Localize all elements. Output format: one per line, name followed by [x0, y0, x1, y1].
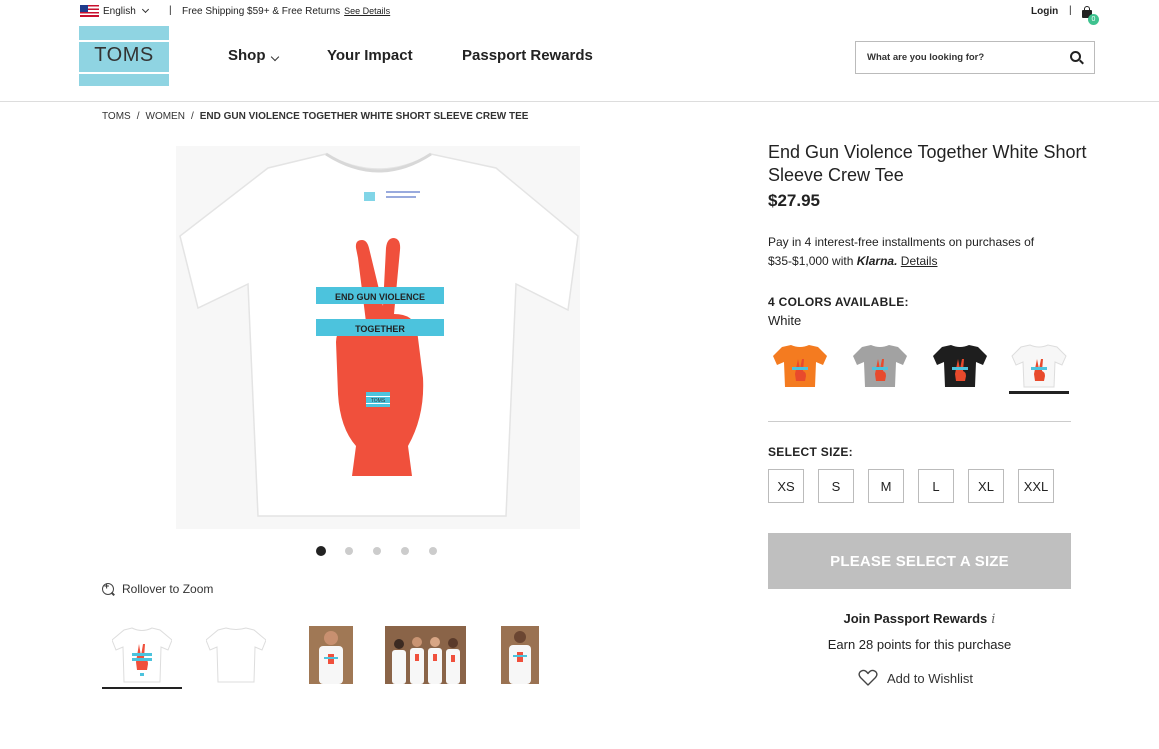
carousel-dots [316, 546, 438, 556]
info-icon[interactable]: i [991, 612, 995, 627]
thumbnail-front[interactable] [111, 626, 173, 684]
size-button-s[interactable]: S [818, 469, 854, 503]
product-price: $27.95 [768, 191, 820, 210]
thumbnail-back[interactable] [205, 626, 267, 684]
divider: | [169, 5, 172, 16]
nav-shop[interactable]: Shop [228, 47, 279, 64]
product-title: End Gun Violence Together White Short Sl… [768, 142, 1087, 185]
carousel-dot[interactable] [345, 547, 353, 555]
header-divider [0, 101, 1159, 102]
thumbnail-group[interactable] [385, 626, 466, 684]
shirt-text-line1: END GUN VIOLENCE [335, 292, 425, 302]
tshirt-image: END GUN VIOLENCE TOGETHER TOMS [179, 152, 579, 517]
size-button-m[interactable]: M [868, 469, 904, 503]
shipping-promo: Free Shipping $59+ & Free Returns See Det… [182, 6, 390, 17]
nav-your-impact[interactable]: Your Impact [327, 47, 413, 64]
color-swatch-black[interactable] [932, 339, 994, 389]
size-button-xxl[interactable]: XXL [1018, 469, 1054, 503]
us-flag-icon [80, 5, 99, 17]
color-swatch-grey[interactable] [852, 339, 914, 389]
rollover-zoom-hint: Rollover to Zoom [102, 581, 214, 596]
breadcrumb-current: END GUN VIOLENCE TOGETHER WHITE SHORT SL… [199, 111, 529, 122]
selected-color-name: White [768, 313, 802, 328]
breadcrumb-separator: / [136, 111, 140, 122]
search-icon[interactable] [1070, 51, 1081, 62]
zoom-label: Rollover to Zoom [122, 582, 214, 596]
nav-passport-rewards[interactable]: Passport Rewards [462, 47, 593, 64]
heart-icon [858, 669, 878, 686]
color-swatch-orange[interactable] [772, 339, 834, 389]
wishlist-label: Add to Wishlist [887, 670, 973, 686]
add-to-wishlist[interactable]: Add to Wishlist [858, 669, 973, 687]
breadcrumb-women[interactable]: WOMEN [146, 111, 185, 122]
language-selector[interactable]: English [80, 5, 149, 17]
divider: | [1069, 5, 1072, 16]
see-details-link[interactable]: See Details [344, 6, 390, 16]
shirt-text-line2: TOGETHER [355, 324, 405, 334]
logo-text: TOMS [94, 44, 154, 66]
section-divider [768, 421, 1071, 422]
klarna-details-link[interactable]: Details [901, 254, 938, 268]
shirt-logo: TOMS [371, 398, 386, 404]
select-size-label: SELECT SIZE: [768, 445, 853, 459]
breadcrumb-home[interactable]: TOMS [102, 111, 131, 122]
thumbnail-model-2[interactable] [501, 626, 539, 684]
color-swatch-white[interactable] [1011, 339, 1073, 389]
size-button-l[interactable]: L [918, 469, 954, 503]
klarna-logo: Klarna. [856, 254, 898, 268]
klarna-message: Pay in 4 interest-free installments on p… [768, 233, 1078, 271]
carousel-dot[interactable] [373, 547, 381, 555]
colors-available-label: 4 COLORS AVAILABLE: [768, 295, 909, 309]
search-input[interactable] [867, 42, 1057, 73]
zoom-in-icon [102, 581, 114, 595]
utility-bar: English | Free Shipping $59+ & Free Retu… [0, 0, 1159, 25]
carousel-dot[interactable] [316, 546, 326, 556]
cart-count-badge: 0 [1088, 14, 1099, 25]
thumbnail-selected-indicator [102, 687, 182, 689]
add-to-cart-button[interactable]: PLEASE SELECT A SIZE [768, 533, 1071, 589]
product-main-image[interactable]: END GUN VIOLENCE TOGETHER TOMS [176, 146, 580, 529]
thumbnail-model-1[interactable] [309, 626, 353, 684]
join-label: Join Passport Rewards [843, 611, 988, 626]
join-passport-rewards[interactable]: Join Passport Rewards i [768, 611, 1071, 627]
earn-points-text: Earn 28 points for this purchase [827, 637, 1012, 652]
shipping-text: Free Shipping $59+ & Free Returns [182, 6, 341, 17]
breadcrumb-separator: / [190, 111, 194, 122]
size-button-xl[interactable]: XL [968, 469, 1004, 503]
search-box [855, 41, 1095, 74]
chevron-down-icon [270, 52, 279, 62]
carousel-dot[interactable] [429, 547, 437, 555]
language-label: English [103, 5, 136, 17]
login-link[interactable]: Login [1031, 6, 1058, 17]
toms-logo[interactable]: TOMS [79, 26, 169, 86]
size-button-xs[interactable]: XS [768, 469, 804, 503]
carousel-dot[interactable] [401, 547, 409, 555]
chevron-down-icon [141, 5, 149, 14]
breadcrumb: TOMS / WOMEN / END GUN VIOLENCE TOGETHER… [102, 111, 528, 122]
nav-shop-label: Shop [228, 47, 266, 64]
color-selected-indicator [1009, 391, 1069, 394]
